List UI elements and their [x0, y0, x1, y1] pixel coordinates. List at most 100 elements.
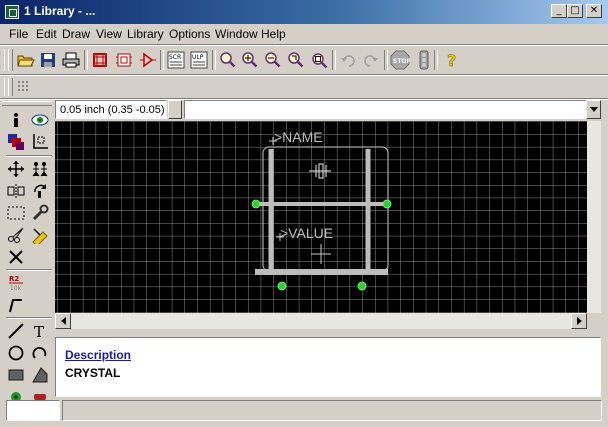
toolbar-separator — [434, 50, 438, 70]
svg-text:STOP: STOP — [393, 58, 410, 65]
pin-right[interactable] — [382, 199, 392, 209]
parameter-toolbar — [0, 76, 608, 98]
horizontal-scrollbar[interactable] — [55, 313, 587, 329]
menu-options[interactable]: Options — [169, 27, 210, 41]
zoom-redraw-icon[interactable] — [286, 50, 306, 70]
value-label[interactable]: >VALUE — [280, 225, 333, 241]
status-field-left — [6, 400, 60, 421]
scr-icon[interactable]: SCR — [166, 50, 186, 70]
coordinate-button[interactable] — [168, 100, 182, 119]
command-input[interactable] — [184, 100, 586, 119]
delete-icon[interactable] — [6, 247, 26, 267]
svg-text:?: ? — [447, 51, 456, 69]
mark-icon[interactable] — [30, 132, 50, 152]
menu-view[interactable]: View — [96, 27, 122, 41]
open-icon[interactable] — [16, 50, 36, 70]
go-icon[interactable] — [414, 50, 434, 70]
name-value-icon[interactable]: R2 10k — [6, 273, 26, 293]
pin-bottom-right[interactable] — [357, 281, 367, 291]
drawing-canvas[interactable]: >NAME >VALUE — [55, 121, 601, 313]
menu-draw[interactable]: Draw — [62, 27, 90, 41]
circle-icon[interactable] — [6, 343, 26, 363]
canvas-svg: >NAME >VALUE — [55, 121, 601, 313]
menu-file[interactable]: File — [9, 27, 28, 41]
rotate-icon[interactable] — [30, 181, 50, 201]
scroll-left-button[interactable] — [55, 313, 71, 329]
help-icon[interactable]: ? — [442, 50, 462, 70]
toolbar-separator — [160, 50, 164, 70]
zoom-fit-icon[interactable] — [218, 50, 238, 70]
paste-icon[interactable] — [30, 225, 50, 245]
toolbar-grip[interactable] — [8, 49, 13, 71]
save-icon[interactable] — [38, 50, 58, 70]
pin-left[interactable] — [251, 199, 261, 209]
copy-icon[interactable] — [30, 159, 50, 179]
toolbar-separator — [84, 50, 88, 70]
mirror-icon[interactable] — [6, 181, 26, 201]
minimize-button[interactable]: _ — [551, 4, 567, 18]
svg-text:10k: 10k — [10, 285, 22, 292]
print-icon[interactable] — [61, 50, 81, 70]
menu-bar: File Edit Draw View Library Options Wind… — [0, 24, 608, 44]
palette-divider — [6, 269, 52, 271]
menu-edit[interactable]: Edit — [36, 27, 57, 41]
group-icon[interactable] — [6, 203, 26, 223]
polygon-icon[interactable] — [30, 365, 50, 385]
symbol-icon[interactable] — [138, 50, 158, 70]
display-layers-icon[interactable] — [6, 132, 26, 152]
board-icon[interactable] — [90, 50, 110, 70]
undo-icon[interactable] — [338, 50, 358, 70]
move-icon[interactable] — [6, 159, 26, 179]
title-bar[interactable]: 1 Library - ... _ □ ✕ — [0, 0, 608, 24]
change-icon[interactable] — [30, 203, 50, 223]
arc-icon[interactable] — [30, 343, 50, 363]
chevron-down-icon — [589, 107, 598, 112]
zoom-out-icon[interactable] — [263, 50, 283, 70]
svg-text:SCR: SCR — [169, 54, 181, 61]
zoom-in-icon[interactable] — [240, 50, 260, 70]
toolbar-grip[interactable] — [8, 78, 13, 96]
info-icon[interactable] — [6, 110, 26, 130]
svg-text:ULP: ULP — [192, 54, 204, 61]
schematic-icon[interactable] — [114, 50, 134, 70]
ulp-icon[interactable]: ULP — [189, 50, 209, 70]
redo-icon[interactable] — [361, 50, 381, 70]
pin-bottom-left[interactable] — [277, 281, 287, 291]
tool-palette: R2 10k T — [6, 107, 52, 403]
scroll-corner — [587, 313, 601, 329]
vertical-scrollbar[interactable] — [587, 121, 601, 313]
app-icon — [5, 5, 19, 19]
main-toolbar: SCR ULP STOP ? — [0, 46, 608, 74]
status-field-main — [62, 400, 602, 421]
description-link[interactable]: Description — [65, 348, 131, 362]
show-icon[interactable] — [30, 110, 50, 130]
description-text: CRYSTAL — [65, 366, 121, 380]
menu-window[interactable]: Window — [215, 27, 258, 41]
menu-help[interactable]: Help — [261, 27, 286, 41]
close-button[interactable]: ✕ — [586, 4, 602, 18]
rectangle-icon[interactable] — [6, 365, 26, 385]
svg-text:T: T — [34, 323, 44, 340]
text-icon[interactable]: T — [30, 321, 50, 341]
toolbar-separator — [332, 50, 336, 70]
menu-library[interactable]: Library — [127, 27, 164, 41]
grid — [55, 121, 601, 313]
command-dropdown[interactable] — [586, 100, 601, 119]
palette-grip[interactable] — [2, 101, 52, 106]
stop-icon[interactable]: STOP — [390, 50, 410, 70]
svg-text:R2: R2 — [9, 275, 19, 283]
palette-divider — [6, 155, 52, 157]
grid-icon[interactable] — [14, 77, 34, 97]
chevron-left-icon — [60, 317, 66, 325]
name-label[interactable]: >NAME — [274, 129, 323, 145]
toolbar-separator — [384, 50, 388, 70]
wire-icon[interactable] — [6, 321, 26, 341]
description-pane: Description CRYSTAL — [55, 337, 601, 397]
zoom-area-icon[interactable] — [309, 50, 329, 70]
coordinate-readout: 0.05 inch (0.35 -0.05) — [55, 100, 167, 119]
smash-icon[interactable] — [6, 295, 26, 315]
scroll-right-button[interactable] — [571, 313, 587, 329]
maximize-button[interactable]: □ — [567, 4, 583, 18]
toolbar-separator — [212, 50, 216, 70]
cut-icon[interactable] — [6, 225, 26, 245]
